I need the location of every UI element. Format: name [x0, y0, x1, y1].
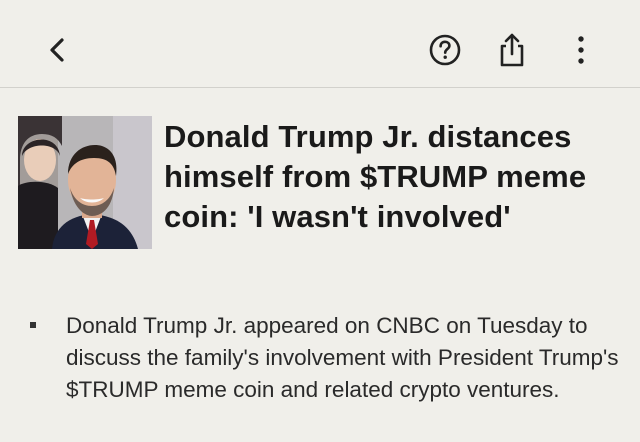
summary-bullet: Donald Trump Jr. appeared on CNBC on Tue… — [28, 310, 628, 406]
question-circle-icon — [429, 34, 461, 66]
back-button[interactable] — [36, 28, 80, 72]
chevron-left-icon — [50, 38, 64, 62]
top-toolbar — [0, 0, 640, 88]
share-icon — [500, 33, 524, 67]
article-summary-list: Donald Trump Jr. appeared on CNBC on Tue… — [28, 310, 628, 406]
article-thumbnail[interactable] — [18, 116, 152, 249]
article-headline[interactable]: Donald Trump Jr. distances himself from … — [164, 117, 616, 237]
share-button[interactable] — [490, 28, 534, 72]
bullet-marker — [30, 322, 36, 328]
summary-text: Donald Trump Jr. appeared on CNBC on Tue… — [66, 313, 619, 402]
more-vertical-icon — [578, 36, 584, 64]
help-button[interactable] — [423, 28, 467, 72]
more-options-button[interactable] — [559, 28, 603, 72]
